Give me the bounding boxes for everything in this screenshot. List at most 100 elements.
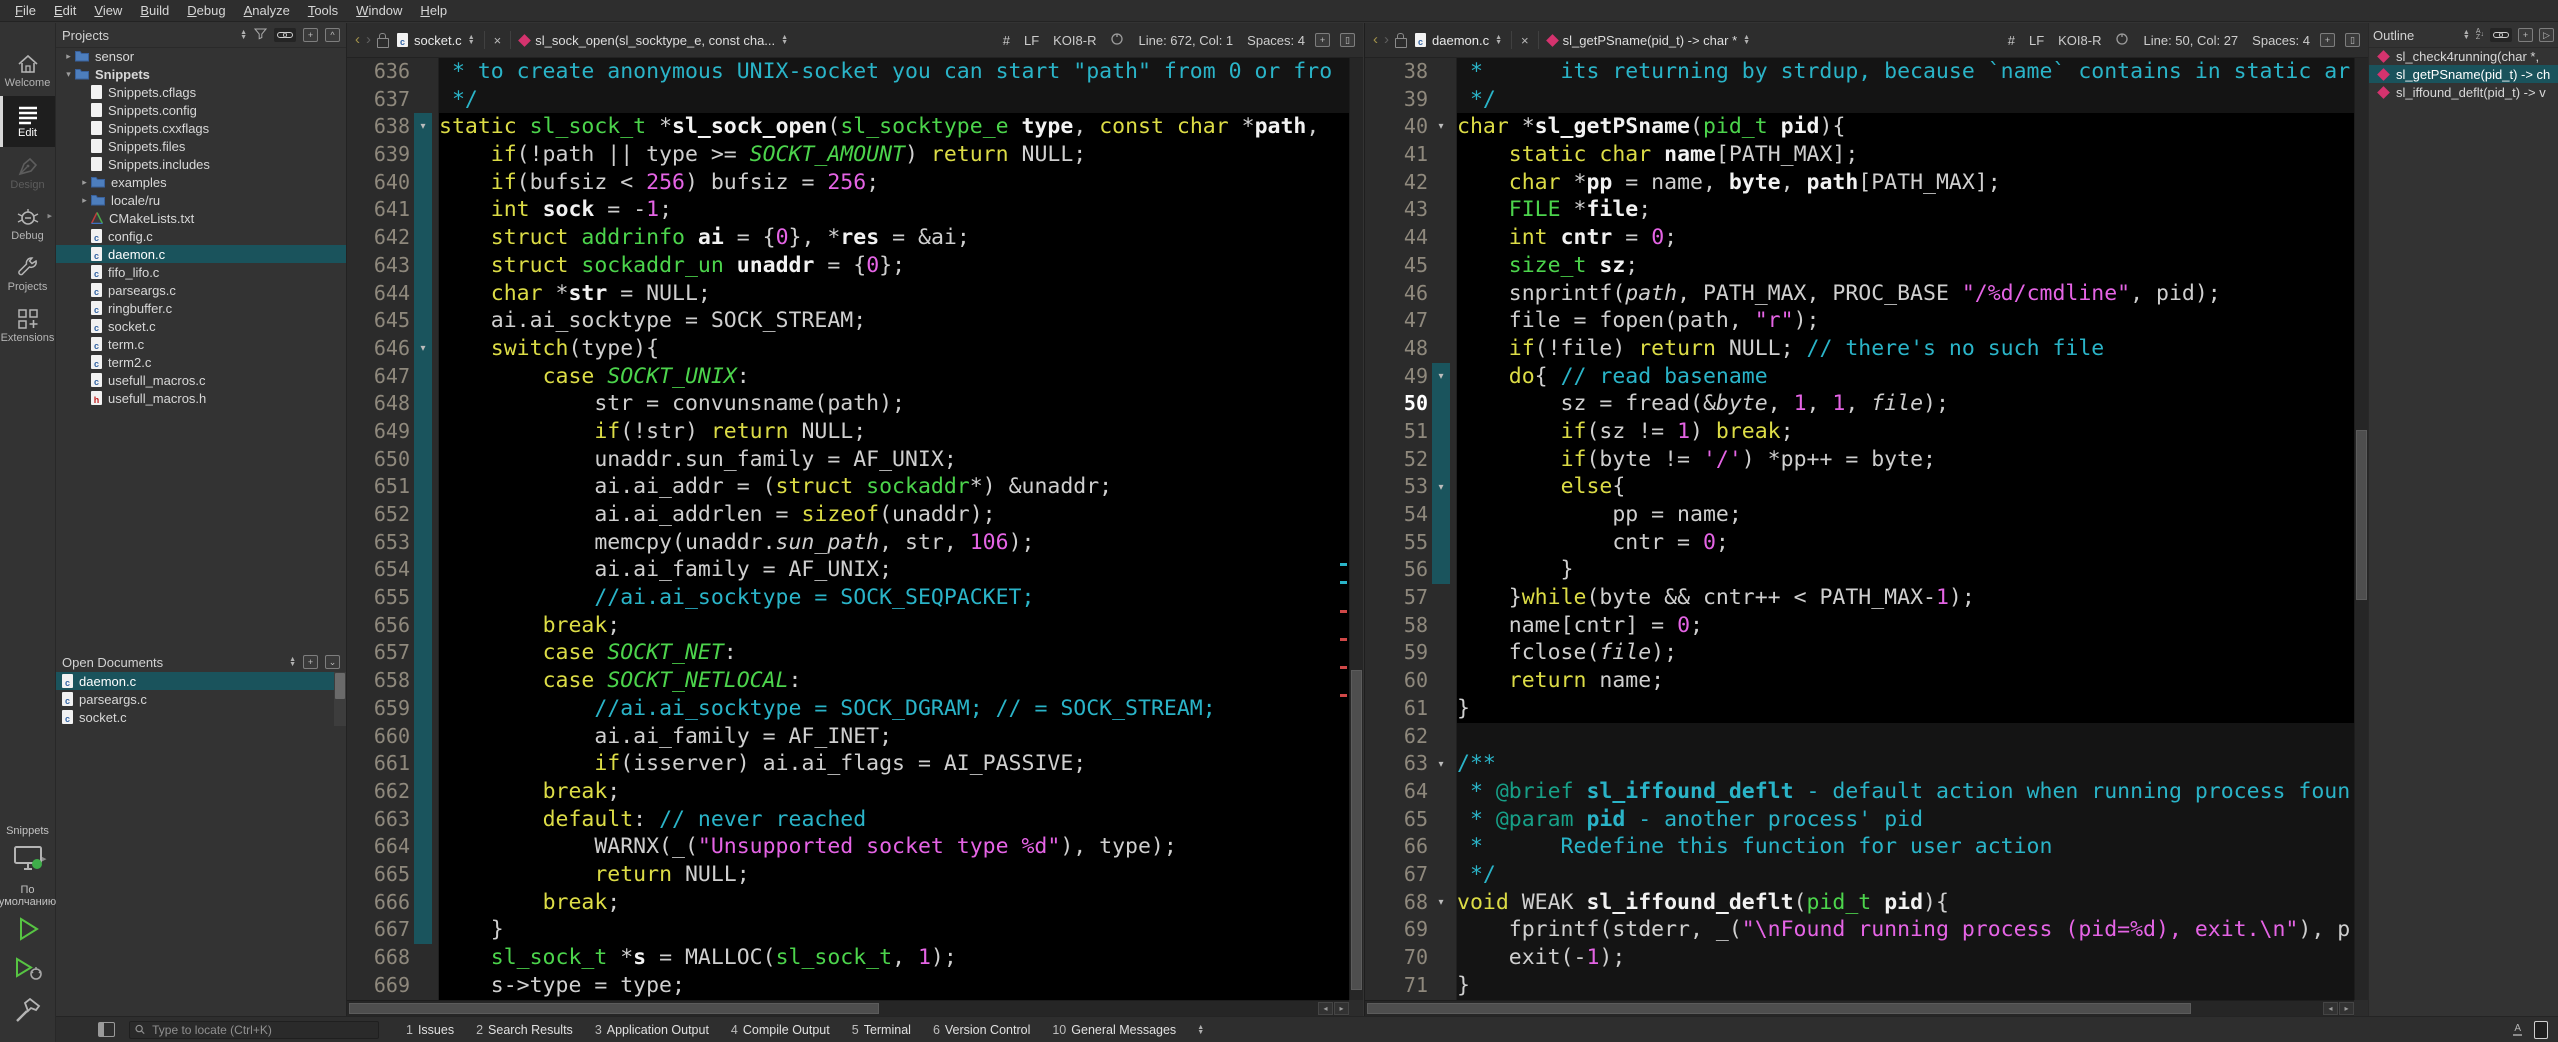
symbol-dropdown[interactable]: ▲▼ [1743, 35, 1750, 45]
line-number[interactable]: 38 [1365, 58, 1456, 86]
file-permissions-icon[interactable] [2115, 32, 2129, 49]
current-symbol[interactable]: sl_sock_open(sl_socktype_e, const cha... [535, 33, 775, 48]
vertical-scrollbar[interactable] [2354, 58, 2368, 1000]
menu-build[interactable]: Build [131, 3, 178, 18]
code-area[interactable]: 3839404142434445464748495051525354555657… [1365, 58, 2368, 1000]
tree-item-usefull_macros.h[interactable]: husefull_macros.h [56, 389, 346, 407]
tree-item-daemon.c[interactable]: cdaemon.c [56, 245, 346, 263]
code-line[interactable]: ai.ai_family = AF_INET; [439, 723, 1349, 751]
line-number[interactable]: 60 [1365, 667, 1456, 695]
tree-item-socket.c[interactable]: csocket.c [56, 317, 346, 335]
output-tab-search-results[interactable]: 2Search Results [465, 1023, 584, 1037]
tree-item-Snippets.files[interactable]: Snippets.files [56, 137, 346, 155]
document-dropdown[interactable]: ▲▼ [1495, 35, 1502, 45]
line-number[interactable]: 39 [1365, 86, 1456, 114]
code-line[interactable]: fclose(file); [1457, 639, 2354, 667]
code-line[interactable]: * @brief sl_iffound_deflt - default acti… [1457, 778, 2354, 806]
code-view[interactable]: * to create anonymous UNIX-socket you ca… [439, 58, 1349, 1000]
mode-extensions[interactable]: Extensions [0, 300, 55, 351]
line-number[interactable]: 44 [1365, 224, 1456, 252]
code-line[interactable]: case SOCKT_NETLOCAL: [439, 667, 1349, 695]
menu-window[interactable]: Window [347, 3, 411, 18]
vertical-scrollbar[interactable] [1349, 58, 1363, 1000]
file-name[interactable]: socket.c [414, 33, 462, 48]
tree-item-usefull_macros.c[interactable]: cusefull_macros.c [56, 371, 346, 389]
line-number[interactable]: 62 [1365, 723, 1456, 751]
code-line[interactable]: int cntr = 0; [1457, 224, 2354, 252]
cursor-position[interactable]: Line: 50, Col: 27 [2143, 33, 2238, 48]
code-line[interactable]: } [439, 916, 1349, 944]
line-number[interactable]: 66 [1365, 833, 1456, 861]
open-document-parseargs.c[interactable]: cparseargs.c [56, 690, 346, 708]
line-number[interactable]: 47 [1365, 307, 1456, 335]
line-number[interactable]: 69 [1365, 916, 1456, 944]
code-line[interactable]: if(sz != 1) break; [1457, 418, 2354, 446]
line-number[interactable]: 669 [347, 972, 438, 1000]
build-button[interactable] [13, 995, 43, 1030]
code-line[interactable]: pp = name; [1457, 501, 2354, 529]
line-number[interactable]: 57 [1365, 584, 1456, 612]
code-line[interactable]: return name; [1457, 667, 2354, 695]
code-line[interactable]: break; [439, 612, 1349, 640]
go-back-icon[interactable]: ‹ [355, 33, 360, 47]
code-line[interactable]: file = fopen(path, "r"); [1457, 307, 2354, 335]
open-document-daemon.c[interactable]: cdaemon.c [56, 672, 346, 690]
code-line[interactable]: * its returning by strdup, because `name… [1457, 58, 2354, 86]
code-line[interactable]: */ [1457, 861, 2354, 889]
code-line[interactable]: //ai.ai_socktype = SOCK_SEQPACKET; [439, 584, 1349, 612]
file-permissions-icon[interactable] [1110, 32, 1124, 49]
tree-item-examples[interactable]: ▸examples [56, 173, 346, 191]
scroll-right-icon[interactable]: ▸ [2339, 1002, 2354, 1015]
code-line[interactable]: ai.ai_addrlen = sizeof(unaddr); [439, 501, 1349, 529]
menu-analyze[interactable]: Analyze [235, 3, 299, 18]
scroll-left-icon[interactable]: ◂ [1318, 1002, 1333, 1015]
code-line[interactable]: exit(-1); [1457, 944, 2354, 972]
output-tab-terminal[interactable]: 5Terminal [841, 1023, 922, 1037]
output-tab-issues[interactable]: 1Issues [395, 1023, 465, 1037]
scroll-right-icon[interactable]: ▸ [1334, 1002, 1349, 1015]
code-line[interactable]: default: // never reached [439, 806, 1349, 834]
panel-mode-dropdown[interactable]: ▲▼ [2463, 30, 2470, 40]
code-line[interactable]: else{ [1457, 473, 2354, 501]
tree-item-Snippets.cflags[interactable]: Snippets.cflags [56, 83, 346, 101]
code-line[interactable]: cntr = 0; [1457, 529, 2354, 557]
go-forward-icon[interactable]: › [366, 33, 371, 47]
code-line[interactable]: * @param pid - another process' pid [1457, 806, 2354, 834]
current-symbol[interactable]: sl_getPSname(pid_t) -> char * [1563, 33, 1738, 48]
code-line[interactable]: if(!file) return NULL; // there's no suc… [1457, 335, 2354, 363]
tree-item-config.c[interactable]: cconfig.c [56, 227, 346, 245]
code-line[interactable]: name[cntr] = 0; [1457, 612, 2354, 640]
menu-view[interactable]: View [85, 3, 131, 18]
outline-item[interactable]: sl_iffound_deflt(pid_t) -> v [2369, 83, 2558, 101]
output-tab-compile-output[interactable]: 4Compile Output [720, 1023, 841, 1037]
code-line[interactable]: case SOCKT_NET: [439, 639, 1349, 667]
code-line[interactable]: sz = fread(&byte, 1, 1, file); [1457, 390, 2354, 418]
line-number[interactable]: 668 [347, 944, 438, 972]
panel-mode-dropdown[interactable]: ▲▼ [289, 657, 296, 667]
outline-item[interactable]: sl_check4running(char *, [2369, 47, 2558, 65]
output-tab-application-output[interactable]: 3Application Output [584, 1023, 720, 1037]
code-line[interactable]: do{ // read basename [1457, 363, 2354, 391]
line-number[interactable]: 67 [1365, 861, 1456, 889]
symbol-dropdown[interactable]: ▲▼ [781, 35, 788, 45]
locator-input[interactable] [150, 1022, 373, 1038]
line-number[interactable]: 48 [1365, 335, 1456, 363]
code-line[interactable]: char *sl_getPSname(pid_t pid){ [1457, 113, 2354, 141]
line-number[interactable]: 71 [1365, 972, 1456, 1000]
code-line[interactable]: case SOCKT_UNIX: [439, 363, 1349, 391]
code-line[interactable]: struct addrinfo ai = {0}, *res = &ai; [439, 224, 1349, 252]
output-panes-dropdown[interactable]: ▲▼ [1197, 1025, 1204, 1035]
menu-debug[interactable]: Debug [178, 3, 234, 18]
tree-item-ringbuffer.c[interactable]: cringbuffer.c [56, 299, 346, 317]
indent-setting[interactable]: Spaces: 4 [1247, 33, 1305, 48]
line-number[interactable]: 41 [1365, 141, 1456, 169]
code-line[interactable]: break; [439, 889, 1349, 917]
code-line[interactable]: if(!path || type >= SOCKT_AMOUNT) return… [439, 141, 1349, 169]
close-document-icon[interactable]: × [1521, 33, 1529, 48]
code-line[interactable]: char *pp = name, byte, path[PATH_MAX]; [1457, 169, 2354, 197]
mode-welcome[interactable]: Welcome [0, 45, 55, 96]
go-back-icon[interactable]: ‹ [1373, 33, 1378, 47]
editor-gutter[interactable]: 3839404142434445464748495051525354555657… [1365, 58, 1457, 1000]
close-panel-icon[interactable]: ⌄ [325, 655, 340, 669]
locator-field[interactable] [129, 1021, 379, 1039]
